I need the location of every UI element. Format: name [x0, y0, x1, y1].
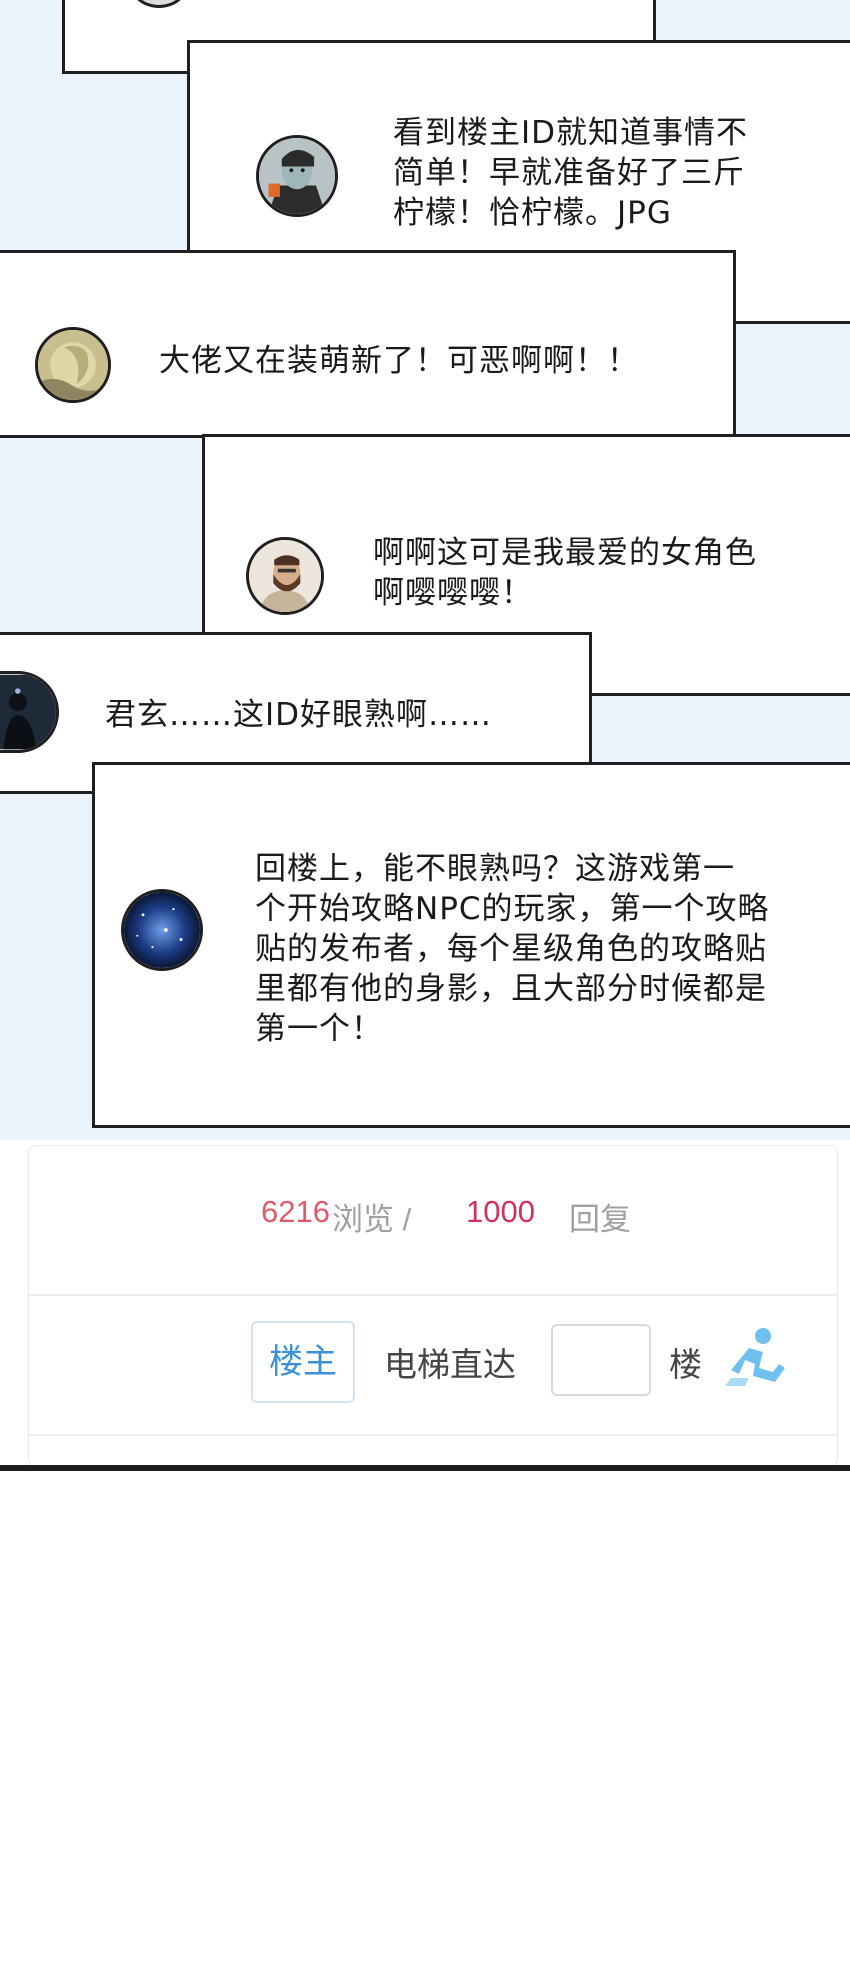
- comment-text-4: 君玄……这ID好眼熟啊……: [105, 697, 493, 733]
- bearded-man-avatar: [246, 537, 324, 615]
- views-count: 6216: [261, 1194, 330, 1229]
- views-label: 浏览 /: [332, 1202, 412, 1237]
- elevator-label: 电梯直达: [384, 1345, 516, 1384]
- page-bottom-rule: [0, 1465, 850, 1471]
- footer-bottom-divider: [29, 1434, 837, 1436]
- comment-panel-2: 大佬又在装萌新了！可恶啊啊！！: [0, 250, 736, 438]
- comic-character-avatar: [256, 135, 338, 217]
- replies-label: 回复: [569, 1202, 631, 1237]
- comment-text-1: 看到楼主ID就知道事情不 简单！早就准备好了三斤 柠檬！恰柠檬。JPG: [393, 115, 749, 231]
- replies-count: 1000: [466, 1194, 535, 1229]
- floor-number-input[interactable]: [551, 1324, 651, 1396]
- elevator-jump-icon[interactable]: [719, 1324, 789, 1394]
- comment-text-3: 啊啊这可是我最爱的女角色 啊嘤嘤嘤！: [373, 535, 757, 611]
- comment-panel-5: 回楼上，能不眼熟吗？这游戏第一 个开始攻略NPC的玩家，第一个攻略 贴的发布者，…: [92, 762, 850, 1128]
- thread-stats: 6216 浏览 / 1000 回复: [29, 1146, 837, 1296]
- dark-figure-avatar: [0, 671, 59, 753]
- golden-moon-avatar: [35, 327, 111, 403]
- comment-text-5: 回楼上，能不眼熟吗？这游戏第一 个开始攻略NPC的玩家，第一个攻略 贴的发布者，…: [255, 851, 770, 1047]
- forum-thread-footer: 6216 浏览 / 1000 回复 楼主 电梯直达 楼: [28, 1145, 838, 1467]
- thread-owner-button[interactable]: 楼主: [251, 1321, 355, 1403]
- galaxy-avatar: [121, 889, 203, 971]
- floor-unit-label: 楼: [669, 1345, 702, 1384]
- comment-text-2: 大佬又在装萌新了！可恶啊啊！！: [159, 343, 639, 379]
- stats-divider: [29, 1294, 837, 1296]
